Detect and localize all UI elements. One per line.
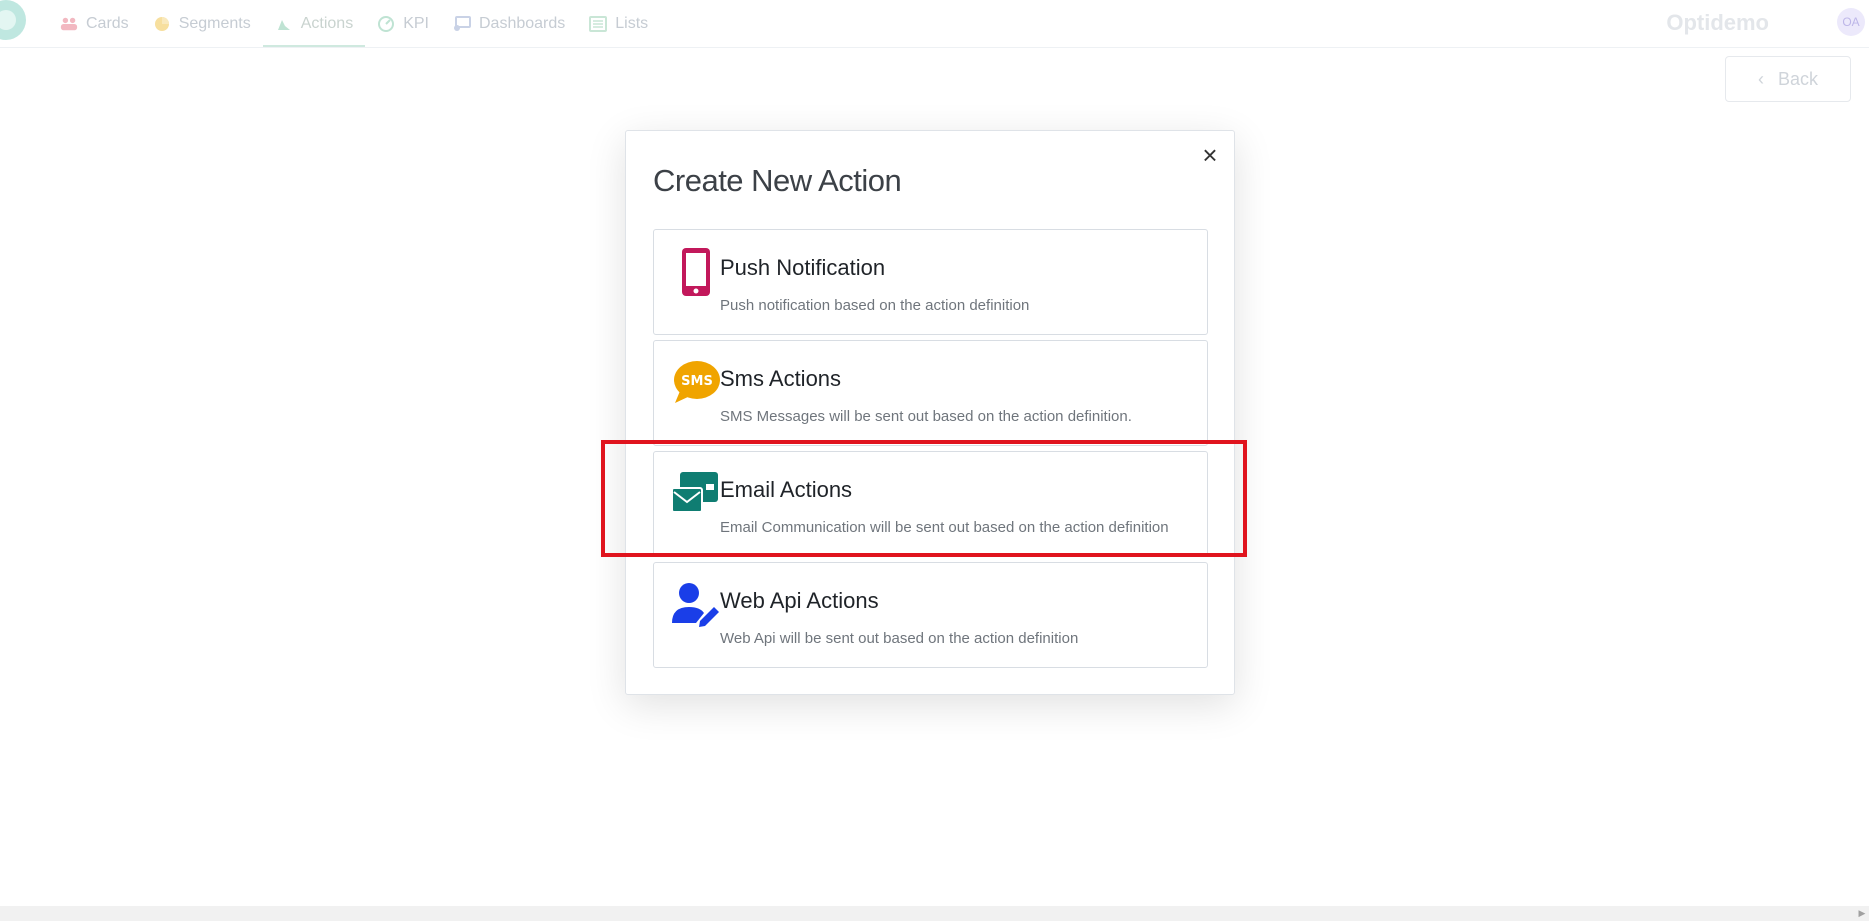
close-icon[interactable]: × [1198,142,1222,168]
signal-icon [277,20,290,30]
mobile-phone-icon [682,248,710,296]
card-description: Push notification based on the action de… [720,297,1030,314]
nav-label-cards: Cards [86,15,129,32]
users-icon [60,17,78,31]
list-icon [589,16,608,32]
action-card-push-notification[interactable]: Push Notification Push notification base… [653,229,1208,335]
sms-bubble-icon: SMS [674,361,720,403]
nav-item-kpi[interactable]: KPI [365,0,441,48]
brand-name: Optidemo [1666,10,1769,35]
nav-label-lists: Lists [615,15,649,32]
back-button-label: Back [1777,68,1819,89]
gauge-icon [378,16,395,32]
nav-item-actions[interactable]: Actions [262,0,366,48]
nav-item-segments[interactable]: Segments [141,0,263,48]
nav-label-segments: Segments [178,15,251,32]
sms-icon-text: SMS [681,374,713,389]
pie-chart-icon [154,17,169,31]
nav-label-dashboards: Dashboards [479,15,566,32]
nav-item-lists[interactable]: Lists [577,0,660,48]
nav-label-actions: Actions [300,15,354,32]
create-action-modal: × Create New Action Push Notification Pu… [625,130,1235,695]
card-description: Web Api will be sent out based on the ac… [720,630,1079,647]
user-edit-icon [672,583,719,627]
dashboard-icon [454,16,471,31]
chevron-left-icon: ‹ [1757,68,1764,89]
card-title: Email Actions [720,477,853,502]
card-description: SMS Messages will be sent out based on t… [720,408,1132,425]
card-title: Web Api Actions [720,588,879,613]
top-navigation: Cards Segments Actions KPI Dashboards Li… [0,0,1869,48]
nav-item-dashboards[interactable]: Dashboards [441,0,577,48]
app-logo[interactable] [0,0,26,40]
action-card-sms[interactable]: SMS Sms Actions SMS Messages will be sen… [653,340,1208,446]
modal-title: Create New Action [653,163,902,198]
scroll-right-icon[interactable]: ▶ [1857,908,1867,918]
action-card-email[interactable]: Email Actions Email Communication will b… [653,451,1208,557]
nav-label-kpi: KPI [403,15,429,32]
action-card-web-api[interactable]: Web Api Actions Web Api will be sent out… [653,562,1208,668]
nav-item-cards[interactable]: Cards [48,0,141,48]
card-description: Email Communication will be sent out bas… [720,519,1169,536]
email-envelopes-icon [672,472,718,513]
main-nav: Cards Segments Actions KPI Dashboards Li… [48,0,660,48]
back-button[interactable]: ‹ Back [1725,56,1851,102]
card-title: Push Notification [720,255,886,280]
card-title: Sms Actions [720,366,842,391]
horizontal-scrollbar[interactable]: ▶ [0,906,1869,921]
avatar[interactable]: OA [1837,8,1865,36]
